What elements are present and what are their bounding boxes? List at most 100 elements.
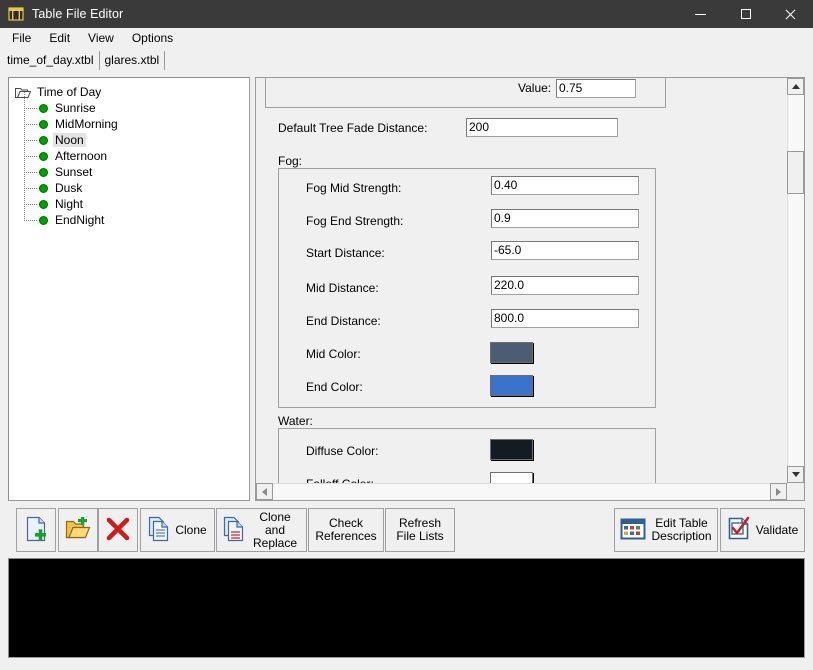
- check-references-button-label: Check References: [315, 516, 377, 543]
- check-references-button[interactable]: Check References: [308, 508, 384, 552]
- open-file-button[interactable]: [58, 508, 98, 552]
- scroll-right-button[interactable]: [770, 483, 787, 500]
- fog-mid-distance-row: Mid Distance:: [306, 281, 379, 295]
- menu-view[interactable]: View: [79, 29, 123, 47]
- fog-end-color-swatch[interactable]: [490, 375, 533, 396]
- value-input[interactable]: 0.75: [556, 79, 636, 98]
- fog-start-distance-input[interactable]: -65.0: [491, 241, 639, 260]
- scroll-down-button[interactable]: [787, 466, 804, 483]
- tree-connector-icon: [23, 140, 39, 164]
- property-form-scroll-viewport: Value: 0.75 Default Tree Fade Distance: …: [256, 78, 787, 483]
- form-horizontal-scrollbar[interactable]: [256, 483, 787, 500]
- water-diffuse-color-row: Diffuse Color:: [306, 444, 378, 458]
- menu-edit[interactable]: Edit: [40, 29, 79, 47]
- app-icon: [8, 6, 24, 22]
- scrollbar-corner: [787, 483, 804, 500]
- table-file-editor-window: Table File Editor File Edit View Options…: [0, 0, 813, 670]
- tree-item-label: EndNight: [55, 213, 105, 227]
- edit-table-description-button-label: Edit Table Description: [651, 516, 712, 543]
- scroll-left-button[interactable]: [256, 483, 273, 500]
- validate-button[interactable]: Validate: [720, 508, 805, 552]
- tree-item-label: Sunrise: [55, 101, 96, 115]
- clone-button[interactable]: Clone: [140, 508, 215, 552]
- fog-end-strength-label: Fog End Strength:: [306, 214, 404, 228]
- tab-time-of-day[interactable]: time_of_day.xtbl: [2, 51, 100, 70]
- minimize-button[interactable]: [678, 0, 723, 28]
- status-bullet-icon: [39, 215, 48, 225]
- value-row: Value:: [518, 81, 551, 95]
- refresh-file-lists-button[interactable]: Refresh File Lists: [385, 508, 455, 552]
- value-label: Value:: [518, 81, 552, 95]
- menu-file[interactable]: File: [3, 29, 40, 47]
- clone-and-replace-button-label: Clone and Replace: [252, 509, 298, 550]
- tree-connector-icon: [23, 204, 39, 228]
- tab-glares[interactable]: glares.xtbl: [99, 51, 166, 70]
- status-bullet-icon: [39, 103, 48, 113]
- water-diffuse-color-swatch[interactable]: [490, 439, 533, 460]
- menu-bar: File Edit View Options: [0, 28, 813, 49]
- maximize-button[interactable]: [723, 0, 768, 28]
- arrow-up-icon: [791, 84, 800, 89]
- fog-end-color-label: End Color:: [306, 380, 363, 394]
- new-file-button[interactable]: [16, 508, 56, 552]
- scroll-up-button[interactable]: [787, 78, 804, 95]
- vertical-scroll-thumb[interactable]: [787, 151, 804, 194]
- output-console[interactable]: [8, 558, 805, 658]
- tree-item-sunset[interactable]: Sunset: [23, 156, 249, 180]
- fog-group-label: Fog:: [278, 154, 303, 168]
- minimize-icon: [695, 13, 706, 15]
- arrow-right-icon: [776, 487, 781, 496]
- status-bullet-icon: [39, 199, 48, 209]
- close-button[interactable]: [768, 0, 813, 28]
- tree-item-label: MidMorning: [55, 117, 118, 131]
- window-title: Table File Editor: [32, 7, 124, 21]
- tree-item-dusk[interactable]: Dusk: [23, 172, 249, 196]
- status-bullet-icon: [39, 183, 48, 193]
- tree-item-label: Sunset: [55, 165, 93, 179]
- property-form-panel: Value: 0.75 Default Tree Fade Distance: …: [255, 77, 805, 501]
- status-bullet-icon: [39, 167, 48, 177]
- tree-item-afternoon[interactable]: Afternoon: [23, 140, 249, 164]
- delete-button[interactable]: [98, 508, 138, 552]
- water-falloff-color-swatch[interactable]: [490, 472, 533, 483]
- fog-end-strength-input[interactable]: 0.9: [491, 209, 639, 228]
- entry-tree-panel[interactable]: Time of Day Sunrise MidMorning Noon Afte…: [8, 77, 250, 501]
- tree-item-noon[interactable]: Noon: [23, 124, 249, 148]
- tree-item-midmorning[interactable]: MidMorning: [23, 108, 249, 132]
- status-bullet-icon: [39, 135, 48, 145]
- fog-end-distance-row: End Distance:: [306, 314, 381, 328]
- fog-mid-color-swatch[interactable]: [490, 342, 533, 363]
- menu-options[interactable]: Options: [123, 29, 182, 47]
- copy-replace-icon: [223, 516, 245, 545]
- tree-item-label: Afternoon: [55, 149, 108, 163]
- fog-mid-color-label: Mid Color:: [306, 347, 361, 361]
- tree-item-endnight[interactable]: EndNight: [23, 204, 249, 228]
- fog-mid-color-row: Mid Color:: [306, 347, 361, 361]
- window-controls: [678, 0, 813, 28]
- main-toolbar: Clone Clone and Replace Check References…: [8, 508, 805, 554]
- title-bar: Table File Editor: [0, 0, 813, 28]
- red-x-icon: [105, 516, 131, 545]
- fog-end-distance-input[interactable]: 800.0: [491, 309, 639, 328]
- arrow-left-icon: [262, 487, 267, 496]
- tree-fade-distance-row: Default Tree Fade Distance:: [278, 121, 427, 135]
- tree-item-sunrise[interactable]: Sunrise: [23, 92, 249, 116]
- fog-mid-distance-input[interactable]: 220.0: [491, 276, 639, 295]
- status-bullet-icon: [39, 151, 48, 161]
- tree-fade-distance-input[interactable]: 200: [466, 118, 618, 137]
- fog-start-distance-row: Start Distance:: [306, 246, 385, 260]
- tree-node-time-of-day[interactable]: Time of Day: [15, 84, 249, 100]
- clone-and-replace-button[interactable]: Clone and Replace: [216, 508, 307, 552]
- fog-start-distance-label: Start Distance:: [306, 246, 385, 260]
- tree-root-container: Time of Day Sunrise MidMorning Noon Afte…: [9, 78, 249, 228]
- edit-table-description-button[interactable]: Edit Table Description: [614, 508, 718, 552]
- close-icon: [785, 9, 796, 20]
- fog-mid-distance-label: Mid Distance:: [306, 281, 379, 295]
- tree-root-label: Time of Day: [37, 85, 102, 99]
- tree-connector-icon: [23, 124, 39, 148]
- tree-item-night[interactable]: Night: [23, 188, 249, 212]
- form-vertical-scrollbar[interactable]: [787, 78, 804, 483]
- fog-mid-strength-input[interactable]: 0.40: [491, 176, 639, 195]
- arrow-down-icon: [791, 472, 800, 477]
- water-diffuse-color-label: Diffuse Color:: [306, 444, 379, 458]
